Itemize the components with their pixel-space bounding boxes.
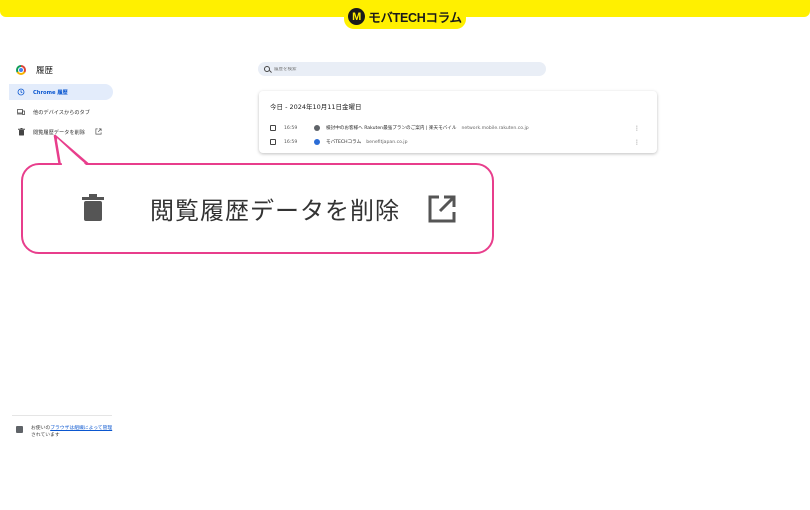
mobatech-icon (314, 139, 320, 145)
screen: M モバTECHコラム 履歴 Chrome 履歴 他のデバイスからのタブ 閲覧履… (0, 0, 810, 510)
sidebar-item-chrome-history[interactable]: Chrome 履歴 (9, 84, 113, 100)
history-row[interactable]: 16:59 モバTECHコラム benefitjapan.co.jp ⋮ (270, 136, 650, 148)
managed-text: お使いのブラウザは組織によって管理されています (31, 425, 116, 439)
callout-pointer (53, 134, 92, 168)
sidebar-item-label: Chrome 履歴 (33, 89, 68, 96)
row-checkbox[interactable] (270, 139, 276, 145)
search-input[interactable] (274, 66, 514, 72)
trash-icon (82, 194, 104, 221)
open-in-new-icon (428, 195, 456, 223)
sidebar-divider (12, 415, 112, 416)
row-title[interactable]: モバTECHコラム (326, 139, 361, 145)
row-title[interactable]: 検討中のお客様へ Rakuten最強プランのご案内 | 楽天モバイル (326, 125, 456, 131)
devices-icon (17, 108, 25, 116)
history-icon (17, 88, 25, 96)
managed-suffix: されています (31, 433, 60, 438)
sidebar-item-label: 閲覧履歴データを削除 (33, 129, 85, 136)
more-vert-icon[interactable]: ⋮ (634, 125, 640, 132)
brand-logo-icon: M (348, 8, 366, 25)
trash-icon (17, 128, 25, 136)
chrome-logo-icon (16, 65, 26, 75)
sidebar-item-other-devices[interactable]: 他のデバイスからのタブ (9, 104, 113, 120)
sidebar-item-clear-browsing-data[interactable]: 閲覧履歴データを削除 (9, 124, 113, 140)
history-card: 今日 - 2024年10月11日金曜日 16:59 検討中のお客様へ Rakut… (259, 91, 657, 153)
row-checkbox[interactable] (270, 125, 276, 131)
callout-pointer-cover (57, 138, 86, 165)
search-icon (264, 66, 270, 72)
open-in-new-icon (95, 128, 102, 137)
sidebar-header: 履歴 (16, 64, 53, 76)
row-domain: benefitjapan.co.jp (366, 139, 408, 145)
callout-label: 閲覧履歴データを削除 (150, 197, 400, 225)
row-domain: network.mobile.rakuten.co.jp (461, 125, 529, 131)
page-title: 履歴 (36, 66, 54, 76)
more-vert-icon[interactable]: ⋮ (634, 139, 640, 146)
date-heading: 今日 - 2024年10月11日金曜日 (270, 103, 362, 111)
globe-icon (314, 125, 320, 131)
row-time: 16:59 (284, 139, 298, 145)
sidebar-item-label: 他のデバイスからのタブ (33, 109, 90, 116)
row-time: 16:59 (284, 125, 298, 131)
managed-browser-notice: お使いのブラウザは組織によって管理されています (16, 425, 116, 439)
managed-link[interactable]: ブラウザは組織によって管理 (50, 426, 112, 431)
building-icon (16, 426, 23, 433)
history-row[interactable]: 16:59 検討中のお客様へ Rakuten最強プランのご案内 | 楽天モバイル… (270, 122, 650, 134)
sidebar-nav: Chrome 履歴 他のデバイスからのタブ 閲覧履歴データを削除 (9, 84, 113, 144)
managed-prefix: お使いの (31, 426, 51, 431)
brand-badge: M モバTECHコラム (344, 4, 466, 29)
brand-name: モバTECHコラム (368, 11, 462, 25)
search-box[interactable] (258, 62, 546, 76)
